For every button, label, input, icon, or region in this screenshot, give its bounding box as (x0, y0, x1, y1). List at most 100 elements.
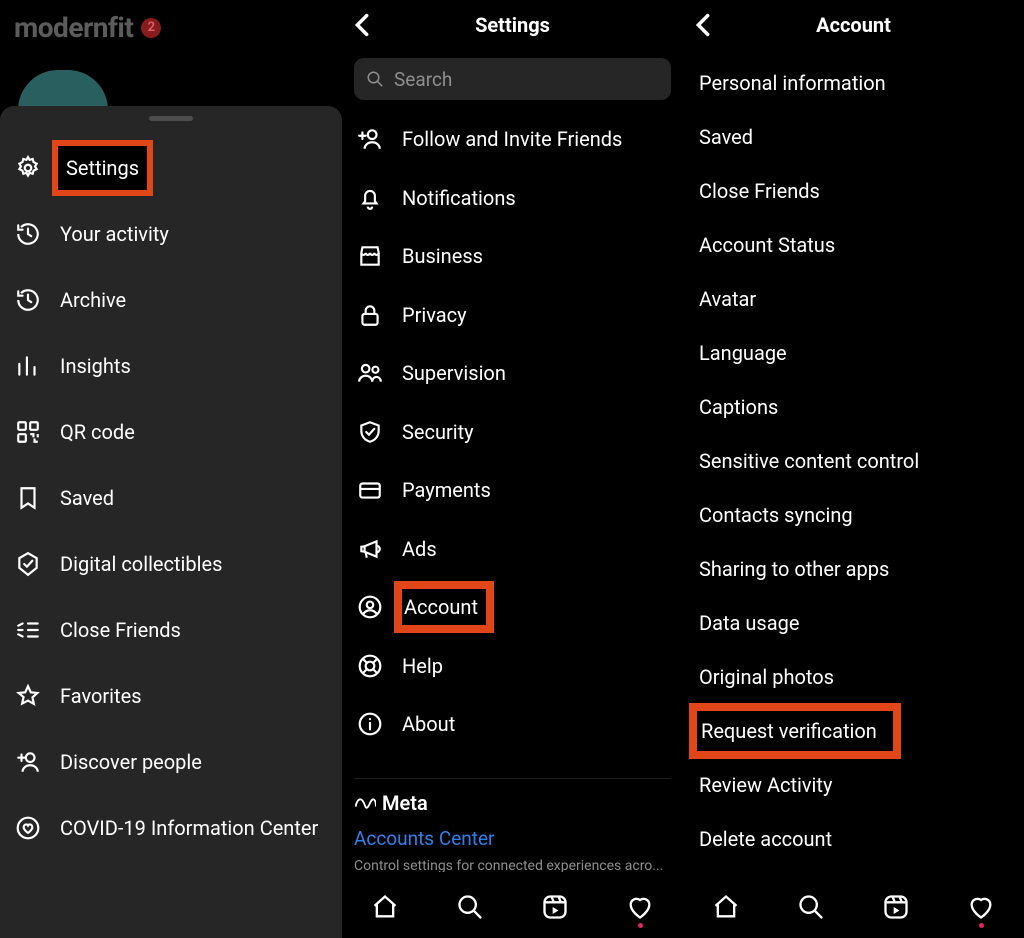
account-item-review-activity[interactable]: Review Activity (683, 758, 1024, 812)
account-item-label: Personal information (699, 71, 886, 95)
settings-item-supervision[interactable]: Supervision (342, 344, 683, 403)
account-item-data-usage[interactable]: Data usage (683, 596, 1024, 650)
settings-item-help[interactable]: Help (342, 637, 683, 696)
nav-activity[interactable] (625, 892, 655, 922)
settings-item-label: Security (402, 420, 474, 444)
info-icon (356, 710, 384, 738)
divider (354, 778, 671, 779)
menu-sheet: Settings Your activity Archive Insights … (0, 106, 342, 938)
storefront-icon (356, 242, 384, 270)
avatar-row (0, 55, 342, 110)
account-item-label: Sharing to other apps (699, 557, 889, 581)
nav-search[interactable] (796, 892, 826, 922)
nav-reels[interactable] (540, 892, 570, 922)
menu-item-saved[interactable]: Saved (0, 465, 342, 531)
account-item-label: Account Status (699, 233, 835, 257)
meta-logo: Meta (354, 791, 671, 815)
settings-item-notifications[interactable]: Notifications (342, 169, 683, 228)
menu-item-label: QR code (60, 420, 135, 444)
settings-item-account[interactable]: Account (342, 578, 683, 637)
account-item-label: Delete account (699, 827, 832, 851)
menu-item-label: Archive (60, 288, 126, 312)
menu-item-settings[interactable]: Settings (0, 135, 342, 201)
settings-item-label: Business (402, 244, 483, 268)
search-placeholder: Search (394, 68, 452, 91)
menu-item-digital-collectibles[interactable]: Digital collectibles (0, 531, 342, 597)
add-person-icon (14, 748, 42, 776)
account-item-contacts-syncing[interactable]: Contacts syncing (683, 488, 1024, 542)
insights-icon (14, 352, 42, 380)
meta-description: Control settings for connected experienc… (354, 858, 671, 872)
bottom-nav (342, 876, 683, 938)
settings-item-payments[interactable]: Payments (342, 461, 683, 520)
settings-item-label: Privacy (402, 303, 467, 327)
search-input[interactable]: Search (354, 58, 671, 100)
account-item-account-status[interactable]: Account Status (683, 218, 1024, 272)
settings-header: Settings (342, 0, 683, 50)
account-item-language[interactable]: Language (683, 326, 1024, 380)
menu-item-covid-info[interactable]: COVID-19 Information Center (0, 795, 342, 861)
hexagon-check-icon (14, 550, 42, 578)
nav-home[interactable] (711, 892, 741, 922)
settings-item-about[interactable]: About (342, 695, 683, 754)
account-item-sensitive-content[interactable]: Sensitive content control (683, 434, 1024, 488)
account-item-saved[interactable]: Saved (683, 110, 1024, 164)
menu-item-qr-code[interactable]: QR code (0, 399, 342, 465)
avatar (18, 70, 108, 110)
settings-item-business[interactable]: Business (342, 227, 683, 286)
menu-item-your-activity[interactable]: Your activity (0, 201, 342, 267)
account-item-captions[interactable]: Captions (683, 380, 1024, 434)
settings-item-label: Help (402, 654, 443, 678)
menu-item-archive[interactable]: Archive (0, 267, 342, 333)
settings-item-follow-invite[interactable]: Follow and Invite Friends (342, 110, 683, 169)
account-item-label: Close Friends (699, 179, 820, 203)
account-item-request-verification[interactable]: Request verification (683, 704, 1024, 758)
menu-item-insights[interactable]: Insights (0, 333, 342, 399)
menu-item-favorites[interactable]: Favorites (0, 663, 342, 729)
settings-item-security[interactable]: Security (342, 403, 683, 462)
clock-activity-icon (14, 220, 42, 248)
account-item-label: Review Activity (699, 773, 832, 797)
nav-reels[interactable] (881, 892, 911, 922)
account-item-original-photos[interactable]: Original photos (683, 650, 1024, 704)
lock-icon (356, 301, 384, 329)
menu-item-close-friends[interactable]: Close Friends (0, 597, 342, 663)
account-item-label: Language (699, 341, 787, 365)
settings-item-label: Notifications (402, 186, 516, 210)
close-friends-icon (14, 616, 42, 644)
people-icon (356, 359, 384, 387)
account-title: Account (683, 13, 1024, 37)
account-item-avatar[interactable]: Avatar (683, 272, 1024, 326)
nav-activity-dot (979, 923, 984, 928)
meta-footer: Meta Accounts Center Control settings fo… (342, 778, 683, 876)
settings-label-highlighted: Settings (56, 144, 149, 192)
nav-search[interactable] (455, 892, 485, 922)
menu-item-label: Saved (60, 486, 114, 510)
shield-check-icon (356, 418, 384, 446)
settings-item-privacy[interactable]: Privacy (342, 286, 683, 345)
accounts-center-link[interactable]: Accounts Center (354, 827, 671, 850)
account-header: Account (683, 0, 1024, 50)
account-item-close-friends[interactable]: Close Friends (683, 164, 1024, 218)
settings-item-ads[interactable]: Ads (342, 520, 683, 579)
account-item-delete-account[interactable]: Delete account (683, 812, 1024, 866)
notification-badge: 2 (141, 18, 161, 38)
menu-item-discover-people[interactable]: Discover people (0, 729, 342, 795)
menu-item-label: Your activity (60, 222, 169, 246)
nav-activity[interactable] (966, 892, 996, 922)
nav-home[interactable] (370, 892, 400, 922)
add-person-icon (356, 125, 384, 153)
brand-name: modernfit (14, 11, 133, 44)
account-item-label: Sensitive content control (699, 449, 919, 473)
profile-menu-panel: modernfit 2 Settings Your activity Archi… (0, 0, 342, 938)
meta-infinity-icon (354, 796, 376, 810)
star-icon (14, 682, 42, 710)
account-item-personal-info[interactable]: Personal information (683, 56, 1024, 110)
bottom-nav (683, 876, 1024, 938)
sheet-grabber[interactable] (149, 116, 193, 121)
account-item-sharing-apps[interactable]: Sharing to other apps (683, 542, 1024, 596)
settings-item-label: About (402, 712, 455, 736)
settings-item-label: Supervision (402, 361, 506, 385)
account-item-label: Saved (699, 125, 753, 149)
menu-item-label: Close Friends (60, 618, 181, 642)
